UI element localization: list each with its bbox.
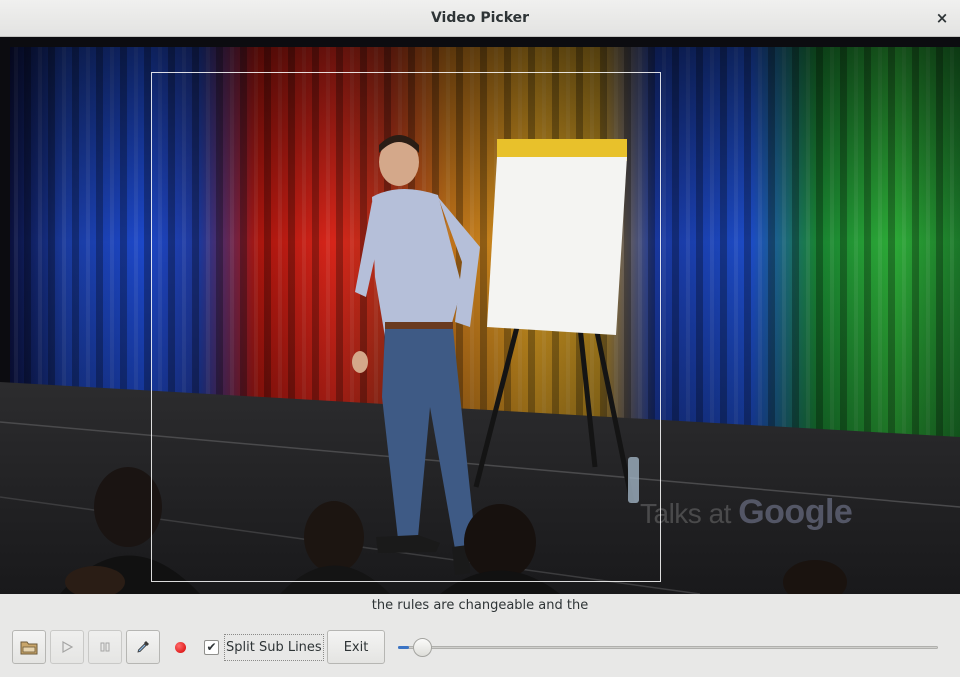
slider-knob[interactable] <box>413 638 432 657</box>
folder-icon <box>20 641 38 655</box>
subtitle-text: the rules are changeable and the <box>371 598 589 613</box>
close-icon: × <box>935 9 949 27</box>
slider-track <box>398 646 938 649</box>
pause-icon <box>100 642 110 652</box>
pause-button[interactable] <box>88 630 122 664</box>
title-bar: Video Picker × <box>0 0 960 37</box>
window-title: Video Picker <box>430 10 530 26</box>
play-button[interactable] <box>50 630 84 664</box>
close-button[interactable]: × <box>932 8 952 28</box>
crop-selection-rectangle[interactable] <box>151 72 661 582</box>
slider-fill <box>398 646 409 649</box>
video-watermark: Talks at Google <box>640 493 853 532</box>
eyedropper-icon <box>137 641 149 653</box>
control-bar: ✔ Split Sub Lines Exit <box>0 630 960 664</box>
exit-button[interactable]: Exit <box>327 630 385 664</box>
split-sub-lines-checkbox[interactable]: ✔ Split Sub Lines <box>204 632 324 662</box>
video-frame: Talks at Google <box>0 37 960 594</box>
video-picker-window: Video Picker × Talks at Google the rules… <box>0 0 960 677</box>
play-icon <box>62 640 74 654</box>
color-picker-button[interactable] <box>126 630 160 664</box>
watermark-brand: Google <box>738 493 853 531</box>
checkbox-box[interactable]: ✔ <box>204 639 219 655</box>
record-indicator <box>175 642 186 653</box>
split-sub-lines-label: Split Sub Lines <box>224 633 324 661</box>
open-file-button[interactable] <box>12 630 46 664</box>
seek-slider[interactable] <box>398 638 938 657</box>
checkmark-icon: ✔ <box>206 640 217 654</box>
